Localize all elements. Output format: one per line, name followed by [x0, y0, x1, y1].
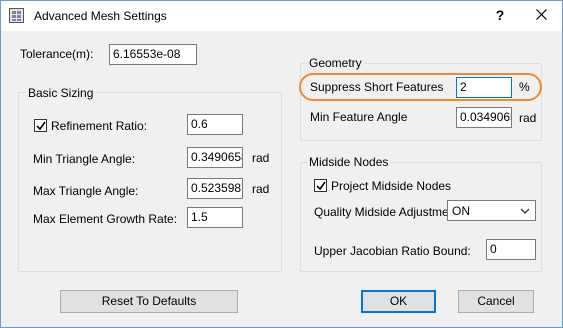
refinement-ratio-field[interactable]: 0.6 [187, 114, 243, 135]
refinement-ratio-label: Refinement Ratio: [51, 119, 148, 133]
ok-button[interactable]: OK [361, 290, 436, 313]
quality-midside-adjustment-label: Quality Midside Adjustment: [314, 205, 463, 219]
project-midside-nodes-checkbox[interactable] [314, 179, 327, 192]
geometry-legend: Geometry [307, 56, 364, 70]
title-bar: Advanced Mesh Settings ? [1, 1, 562, 31]
window-title: Advanced Mesh Settings [34, 9, 167, 23]
tolerance-label: Tolerance(m): [20, 47, 94, 61]
advanced-mesh-settings-dialog: Advanced Mesh Settings ? Tolerance(m): 6… [0, 0, 563, 328]
min-triangle-angle-unit: rad [252, 151, 270, 165]
max-element-growth-rate-field[interactable]: 1.5 [187, 207, 243, 228]
close-button[interactable] [528, 4, 554, 26]
min-triangle-angle-label: Min Triangle Angle: [33, 152, 136, 166]
upper-jacobian-ratio-bound-field[interactable]: 0 [486, 239, 536, 260]
checkmark-icon [36, 121, 46, 131]
max-element-growth-rate-label: Max Element Growth Rate: [33, 212, 178, 226]
close-icon [535, 9, 547, 20]
chevron-down-icon [520, 208, 530, 214]
min-feature-angle-field[interactable]: 0.0349065 [456, 107, 512, 128]
min-feature-angle-unit: rad [519, 111, 537, 125]
max-triangle-angle-unit: rad [252, 182, 270, 196]
highlight-oval [299, 73, 542, 101]
basic-sizing-legend: Basic Sizing [26, 86, 96, 100]
checkmark-icon [316, 181, 326, 191]
help-button[interactable]: ? [490, 4, 510, 26]
refinement-ratio-checkbox[interactable] [34, 119, 47, 132]
cancel-button[interactable]: Cancel [458, 290, 534, 313]
min-triangle-angle-field[interactable]: 0.3490658 [187, 147, 243, 168]
min-feature-angle-label: Min Feature Angle [310, 110, 408, 124]
max-triangle-angle-label: Max Triangle Angle: [33, 184, 139, 198]
app-icon [9, 8, 24, 23]
upper-jacobian-ratio-bound-label: Upper Jacobian Ratio Bound: [314, 244, 471, 258]
reset-to-defaults-button[interactable]: Reset To Defaults [60, 290, 238, 313]
max-triangle-angle-field[interactable]: 0.5235987 [187, 178, 243, 199]
quality-midside-adjustment-select[interactable]: ON [447, 200, 536, 221]
project-midside-nodes-label: Project Midside Nodes [331, 179, 452, 193]
midside-nodes-legend: Midside Nodes [307, 155, 391, 169]
quality-midside-adjustment-value: ON [452, 204, 470, 218]
tolerance-field[interactable]: 6.16553e-08 [109, 44, 197, 65]
